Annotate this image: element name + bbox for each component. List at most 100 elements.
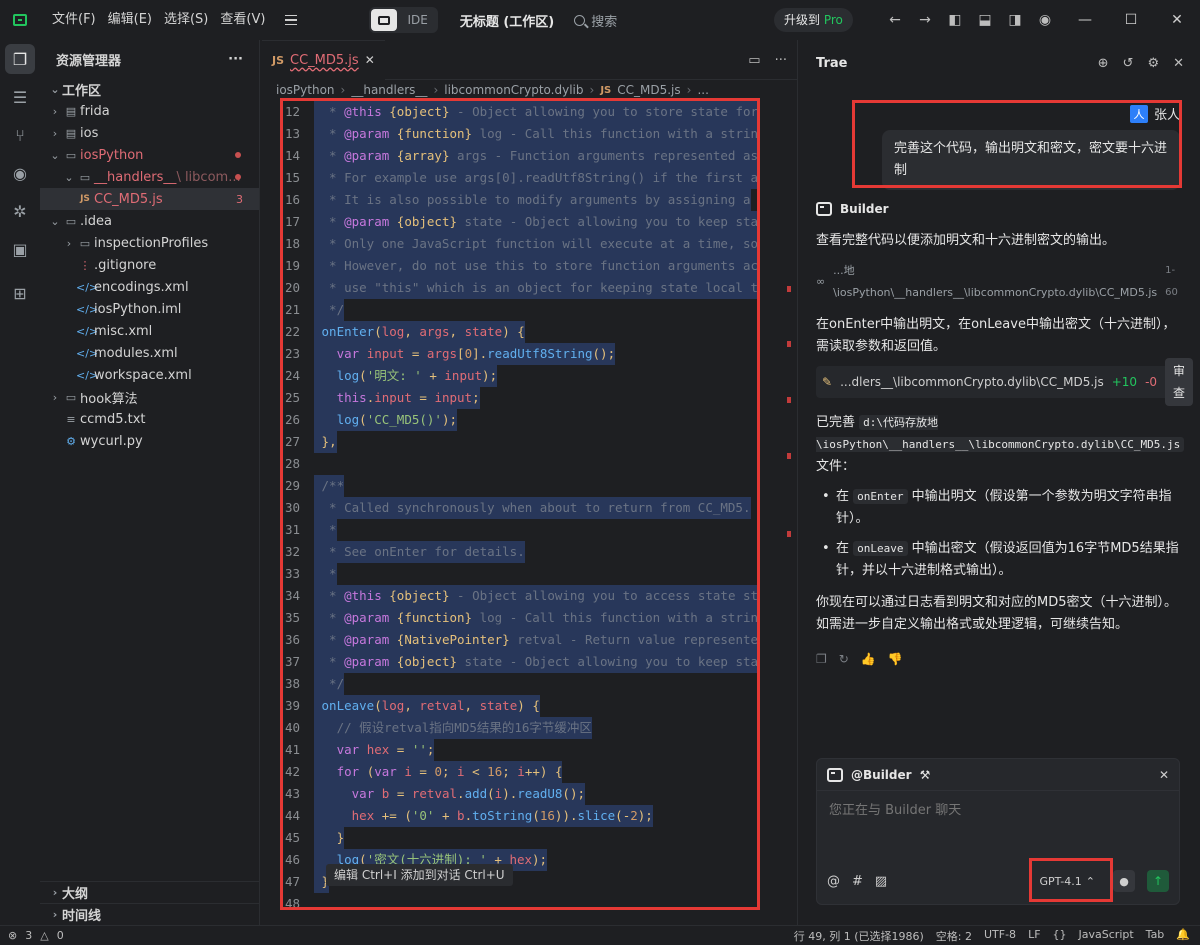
- encoding[interactable]: UTF-8: [984, 928, 1016, 944]
- thumbs-up-icon[interactable]: 👍: [861, 648, 876, 670]
- tree-item-handlers[interactable]: ⌄ ▭ __handlers__ \ libcom...: [40, 166, 259, 188]
- command-search[interactable]: 搜索: [574, 11, 617, 30]
- tree-item-iospython[interactable]: ⌄ ▭ iosPython: [40, 144, 259, 166]
- tree-item-ccmd5-txt[interactable]: ≡ ccmd5.txt: [40, 408, 259, 430]
- hash-context-icon[interactable]: #: [852, 874, 863, 889]
- menu-file[interactable]: 文件(F): [46, 0, 102, 40]
- split-editor-icon[interactable]: ▭: [748, 53, 760, 68]
- tree-item-encodings-xml[interactable]: </> encodings.xml: [40, 276, 259, 298]
- code-line[interactable]: 36 * @param {NativePointer} retval - Ret…: [262, 629, 792, 651]
- back-arrow-icon[interactable]: ←: [886, 12, 904, 28]
- tree-item-modules-xml[interactable]: </> modules.xml: [40, 342, 259, 364]
- cursor-position[interactable]: 行 49, 列 1 (已选择1986): [794, 928, 924, 944]
- close-window-icon[interactable]: ✕: [1154, 0, 1200, 40]
- file-read-reference[interactable]: ∞ ...地\iosPython\__handlers__\libcommonC…: [816, 260, 1186, 304]
- code-line[interactable]: 16 * It is also possible to modify argum…: [262, 189, 792, 211]
- toggle-secondary-sidebar-icon[interactable]: ◨: [1006, 12, 1024, 28]
- tree-item-iospython-iml[interactable]: </> iosPython.iml: [40, 298, 259, 320]
- tab-cc-md5-js[interactable]: JS CC_MD5.js ✕: [262, 39, 385, 80]
- extensions-activity[interactable]: ⊞: [0, 274, 40, 312]
- code-editor[interactable]: 12 * @this {object} - Object allowing yo…: [262, 101, 792, 921]
- code-line[interactable]: 19 * However, do not use this to store f…: [262, 255, 792, 277]
- code-line[interactable]: 25 this.input = input;: [262, 387, 792, 409]
- notifications-icon[interactable]: 🔔: [1176, 928, 1190, 944]
- preview-activity[interactable]: ◉: [0, 154, 40, 192]
- breadcrumb-item[interactable]: __handlers__: [351, 83, 427, 97]
- code-line[interactable]: 22 onEnter(log, args, state) {: [262, 321, 792, 343]
- code-line[interactable]: 35 * @param {function} log - Call this f…: [262, 607, 792, 629]
- tree-item-frida[interactable]: › ▤ frida: [40, 100, 259, 122]
- code-line[interactable]: 15 * For example use args[0].readUtf8Str…: [262, 167, 792, 189]
- code-line[interactable]: 26 log('CC_MD5()');: [262, 409, 792, 431]
- outline-section[interactable]: › 大纲: [40, 881, 260, 903]
- code-line[interactable]: 42 for (var i = 0; i < 16; i++) {: [262, 761, 792, 783]
- more-actions-icon[interactable]: ···: [775, 53, 787, 68]
- code-line[interactable]: 29 /**: [262, 475, 792, 497]
- code-line[interactable]: 12 * @this {object} - Object allowing yo…: [262, 101, 792, 123]
- send-button[interactable]: ↑: [1147, 870, 1169, 892]
- tree-item-inspectionprofiles[interactable]: › ▭ inspectionProfiles: [40, 232, 259, 254]
- code-line[interactable]: 23 var input = args[0].readUtf8String();: [262, 343, 792, 365]
- language-mode[interactable]: JavaScript: [1079, 928, 1134, 944]
- ide-mode-switch[interactable]: IDE: [369, 7, 438, 33]
- breadcrumb-item[interactable]: CC_MD5.js: [617, 83, 680, 97]
- search-activity[interactable]: ☰: [0, 78, 40, 116]
- chat-input[interactable]: [829, 803, 1169, 818]
- source-control-activity[interactable]: ⑂: [0, 116, 40, 154]
- image-upload-icon[interactable]: ▨: [875, 874, 887, 889]
- code-line[interactable]: 21 */: [262, 299, 792, 321]
- forward-arrow-icon[interactable]: →: [916, 12, 934, 28]
- code-line[interactable]: 38 */: [262, 673, 792, 695]
- tree-item-gitignore[interactable]: ⋮ .gitignore: [40, 254, 259, 276]
- code-line[interactable]: 32 * See onEnter for details.: [262, 541, 792, 563]
- tree-item-hook-algorithms[interactable]: › ▭ hook算法: [40, 386, 259, 408]
- timeline-section[interactable]: › 时间线: [40, 903, 260, 925]
- tab-mode[interactable]: Tab: [1146, 928, 1165, 944]
- code-line[interactable]: 24 log('明文: ' + input);: [262, 365, 792, 387]
- explorer-more-icon[interactable]: ···: [228, 52, 243, 67]
- breadcrumb-item[interactable]: libcommonCrypto.dylib: [444, 83, 583, 97]
- edit-card[interactable]: ✎ ...dlers__\libcommonCrypto.dylib\CC_MD…: [816, 358, 1194, 406]
- tree-item-workspace-xml[interactable]: </> workspace.xml: [40, 364, 259, 386]
- toggle-sidebar-icon[interactable]: ◧: [946, 12, 964, 28]
- brackets-icon[interactable]: {}: [1053, 928, 1067, 944]
- upgrade-pro-button[interactable]: 升级到 Pro: [774, 8, 853, 32]
- tools-icon[interactable]: ⚒: [920, 768, 931, 782]
- remove-agent-icon[interactable]: ✕: [1159, 768, 1169, 782]
- settings-gear-icon[interactable]: ⚙: [1147, 56, 1159, 71]
- code-line[interactable]: 37 * @param {object} state - Object allo…: [262, 651, 792, 673]
- tree-item-wycurl-py[interactable]: ⚙ wycurl.py: [40, 430, 259, 452]
- code-line[interactable]: 18 * Only one JavaScript function will e…: [262, 233, 792, 255]
- tree-item-misc-xml[interactable]: </> misc.xml: [40, 320, 259, 342]
- code-line[interactable]: 40 // 假设retval指向MD5结果的16字节缓冲区: [262, 717, 792, 739]
- explorer-activity[interactable]: ❐: [0, 40, 40, 78]
- code-line[interactable]: 20 * use "this" which is an object for k…: [262, 277, 792, 299]
- code-line[interactable]: 31 *: [262, 519, 792, 541]
- account-icon[interactable]: ◉: [1036, 12, 1054, 28]
- regenerate-icon[interactable]: ↻: [839, 648, 849, 670]
- thumbs-down-icon[interactable]: 👎: [888, 648, 903, 670]
- code-line[interactable]: 45 }: [262, 827, 792, 849]
- copy-icon[interactable]: ❐: [816, 648, 827, 670]
- code-line[interactable]: 43 var b = retval.add(i).readU8();: [262, 783, 792, 805]
- code-line[interactable]: 44 hex += ('0' + b.toString(16)).slice(-…: [262, 805, 792, 827]
- remote-activity[interactable]: ▣: [0, 230, 40, 268]
- new-chat-icon[interactable]: ⊕: [1098, 56, 1109, 71]
- indentation[interactable]: 空格: 2: [936, 928, 972, 944]
- breadcrumb-item[interactable]: iosPython: [276, 83, 335, 97]
- microphone-icon[interactable]: ●: [1113, 870, 1135, 892]
- code-line[interactable]: 17 * @param {object} state - Object allo…: [262, 211, 792, 233]
- menu-select[interactable]: 选择(S): [158, 0, 214, 40]
- builder-mode-icon[interactable]: [371, 9, 398, 31]
- code-line[interactable]: 39 onLeave(log, retval, state) {: [262, 695, 792, 717]
- code-line[interactable]: 48: [262, 893, 792, 915]
- inline-hint[interactable]: 编辑 Ctrl+I 添加到对话 Ctrl+U: [326, 864, 513, 886]
- tree-item-idea[interactable]: ⌄ ▭ .idea: [40, 210, 259, 232]
- close-tab-icon[interactable]: ✕: [365, 53, 375, 67]
- toggle-panel-icon[interactable]: ⬓: [976, 12, 994, 28]
- code-line[interactable]: 34 * @this {object} - Object allowing yo…: [262, 585, 792, 607]
- tree-item-cc-md5-js[interactable]: JS CC_MD5.js 3: [40, 188, 259, 210]
- workspace-root[interactable]: ⌄ 工作区: [40, 78, 259, 100]
- debug-activity[interactable]: ✲: [0, 192, 40, 230]
- menu-view[interactable]: 查看(V): [214, 0, 271, 40]
